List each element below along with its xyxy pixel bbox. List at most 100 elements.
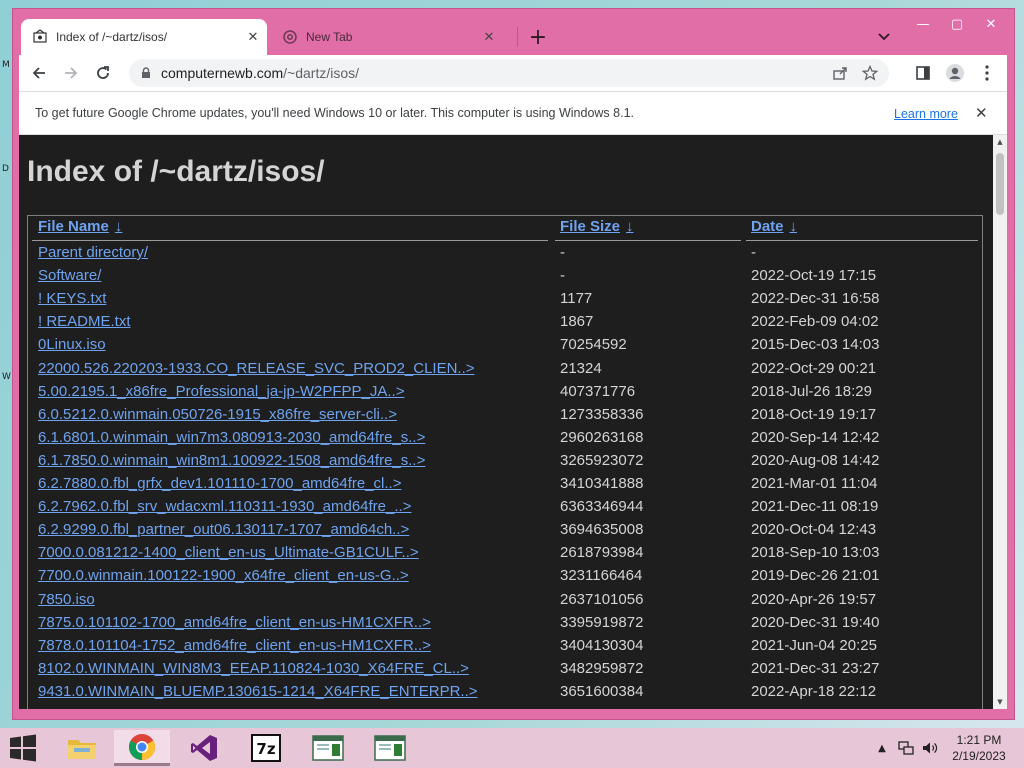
file-name-link[interactable]: 0Linux.iso xyxy=(38,336,106,353)
profile-button[interactable] xyxy=(943,61,967,85)
tab-search-button[interactable] xyxy=(874,27,894,47)
tab-title: Index of /~dartz/isos/ xyxy=(56,30,168,44)
three-dots-menu-icon xyxy=(985,65,989,81)
desktop-icon-fragment: D xyxy=(2,164,9,174)
side-panel-button[interactable] xyxy=(911,61,935,85)
address-bar[interactable]: computernewb.com/~dartz/isos/ xyxy=(129,59,889,87)
share-icon[interactable] xyxy=(829,62,851,84)
file-name-link[interactable]: 8102.0.WINMAIN_WIN8M3_EEAP.110824-1030_X… xyxy=(38,660,469,677)
file-date-cell: 2018-Oct-19 19:17 xyxy=(751,405,877,423)
close-icon[interactable]: ✕ xyxy=(481,29,497,45)
file-name-link[interactable]: 5.00.2195.1_x86fre_Professional_ja-jp-W2… xyxy=(38,383,404,400)
forward-button[interactable] xyxy=(59,61,83,85)
file-date-cell: - xyxy=(751,244,756,261)
taskbar-7zip[interactable]: 7z xyxy=(238,730,294,766)
menu-button[interactable] xyxy=(975,61,999,85)
file-name-link[interactable]: 22000.526.220203-1933.CO_RELEASE_SVC_PRO… xyxy=(38,360,475,377)
sort-arrow-icon[interactable]: ↓ xyxy=(626,218,634,235)
system-clock[interactable]: 1:21 PM 2/19/2023 xyxy=(944,732,1014,764)
file-name-link[interactable]: 6.1.7850.0.winmain_win8m1.100922-1508_am… xyxy=(38,452,425,469)
learn-more-link[interactable]: Learn more xyxy=(894,107,958,121)
file-name-link[interactable]: 6.2.7880.0.fbl_grfx_dev1.101110-1700_amd… xyxy=(38,475,401,492)
close-window-button[interactable]: ✕ xyxy=(974,13,1008,35)
window-controls: — ▢ ✕ xyxy=(906,13,1008,35)
sort-by-name-link[interactable]: File Name xyxy=(38,218,109,235)
visual-studio-icon xyxy=(191,735,217,761)
file-name-link[interactable]: ! KEYS.txt xyxy=(38,290,106,307)
window-icon xyxy=(312,735,344,761)
taskbar-window-1[interactable] xyxy=(300,730,356,766)
sort-arrow-icon[interactable]: ↓ xyxy=(790,218,798,235)
sort-arrow-icon[interactable]: ↓ xyxy=(115,218,123,235)
file-size-cell: 3694635008 xyxy=(560,521,644,539)
file-name-link[interactable]: 7850.iso xyxy=(38,591,95,608)
taskbar-file-explorer[interactable] xyxy=(54,730,110,766)
browser-toolbar: computernewb.com/~dartz/isos/ xyxy=(19,55,1007,91)
tab-index-of-isos[interactable]: Index of /~dartz/isos/ ✕ xyxy=(21,19,267,55)
column-header-size[interactable]: File Size ↓ xyxy=(560,218,634,235)
url-text[interactable]: computernewb.com/~dartz/isos/ xyxy=(161,65,829,81)
file-name-link[interactable]: 6.0.5212.0.winmain.050726-1915_x86fre_se… xyxy=(38,406,397,423)
file-size-cell: 3231166464 xyxy=(560,567,643,585)
file-name-link[interactable]: 6.2.9299.0.fbl_partner_out06.130117-1707… xyxy=(38,521,409,538)
window-icon xyxy=(374,735,406,761)
volume-icon[interactable] xyxy=(922,741,938,755)
folder-icon xyxy=(68,740,96,759)
taskbar-chrome[interactable] xyxy=(114,730,170,766)
scroll-up-arrow-icon[interactable]: ▲ xyxy=(993,135,1007,149)
file-date-cell: 2020-Apr-26 19:57 xyxy=(751,590,877,608)
column-header-name[interactable]: File Name ↓ xyxy=(38,218,122,235)
file-name-link[interactable]: Parent directory/ xyxy=(38,244,148,261)
maximize-button[interactable]: ▢ xyxy=(940,13,974,35)
scrollbar-thumb[interactable] xyxy=(996,153,1004,215)
title-bar[interactable]: Index of /~dartz/isos/ ✕ New Tab ✕ + — ▢… xyxy=(13,9,1014,55)
file-size-cell: 2637101056 xyxy=(560,590,644,608)
start-button[interactable] xyxy=(8,734,38,762)
file-size-cell: 1177 xyxy=(560,290,593,308)
file-date-cell: 2022-Dec-31 16:58 xyxy=(751,290,880,308)
vertical-scrollbar[interactable]: ▲ ▼ xyxy=(993,135,1007,709)
minimize-button[interactable]: — xyxy=(906,13,940,35)
file-name-link[interactable]: 7000.0.081212-1400_client_en-us_Ultimate… xyxy=(38,544,419,561)
taskbar-visual-studio[interactable] xyxy=(176,730,232,766)
sort-by-size-link[interactable]: File Size xyxy=(560,218,620,235)
tab-new-tab[interactable]: New Tab ✕ xyxy=(271,19,503,55)
close-icon[interactable]: ✕ xyxy=(975,104,988,122)
side-panel-icon xyxy=(916,66,930,80)
file-name-link[interactable]: 9431.0.WINMAIN_BLUEMP.130615-1214_X64FRE… xyxy=(38,683,478,700)
file-name-link[interactable]: ! README.txt xyxy=(38,313,131,330)
network-icon[interactable] xyxy=(898,741,914,755)
close-icon[interactable]: ✕ xyxy=(245,29,261,45)
file-name-link[interactable]: Software/ xyxy=(38,267,101,284)
chevron-down-icon xyxy=(878,33,890,41)
file-name-link[interactable]: 6.1.6801.0.winmain_win7m3.080913-2030_am… xyxy=(38,429,425,446)
windows-logo-icon xyxy=(10,734,36,762)
bookmark-star-icon[interactable] xyxy=(859,62,881,84)
file-date-cell: 2022-Oct-29 00:21 xyxy=(751,359,877,377)
show-hidden-icons-chevron-icon[interactable]: ▲ xyxy=(874,741,890,755)
file-date-cell: 2021-Mar-01 11:04 xyxy=(751,475,878,492)
scroll-down-arrow-icon[interactable]: ▼ xyxy=(993,695,1007,709)
column-header-date[interactable]: Date ↓ xyxy=(751,218,797,235)
file-name-link[interactable]: 6.2.7962.0.fbl_srv_wdacxml.110311-1930_a… xyxy=(38,498,411,515)
favicon-icon xyxy=(32,29,48,45)
file-name-link[interactable]: 7700.0.winmain.100122-1900_x64fre_client… xyxy=(38,567,409,584)
tab-separator xyxy=(517,27,518,47)
clock-time: 1:21 PM xyxy=(956,733,1002,747)
taskbar-window-2[interactable] xyxy=(362,730,418,766)
lock-icon[interactable] xyxy=(139,66,153,80)
file-date-cell: 2022-Oct-19 17:15 xyxy=(751,267,877,285)
file-name-link[interactable]: 7875.0.101102-1700_amd64fre_client_en-us… xyxy=(38,614,431,631)
sort-by-date-link[interactable]: Date xyxy=(751,218,784,235)
file-size-cell: 6363346944 xyxy=(560,498,644,516)
reload-button[interactable] xyxy=(91,61,115,85)
browser-window: Index of /~dartz/isos/ ✕ New Tab ✕ + — ▢… xyxy=(12,8,1015,720)
page-title: Index of /~dartz/isos/ xyxy=(27,155,325,188)
desktop-icon-fragment: M xyxy=(2,60,10,70)
back-button[interactable] xyxy=(27,61,51,85)
file-size-cell: 3265923072 xyxy=(560,451,644,469)
taskbar: 7z ▲ 1:21 PM 2/19/2023 xyxy=(0,728,1024,768)
new-tab-button[interactable]: + xyxy=(525,24,551,50)
back-arrow-icon xyxy=(32,67,45,79)
file-name-link[interactable]: 7878.0.101104-1752_amd64fre_client_en-us… xyxy=(38,637,431,654)
